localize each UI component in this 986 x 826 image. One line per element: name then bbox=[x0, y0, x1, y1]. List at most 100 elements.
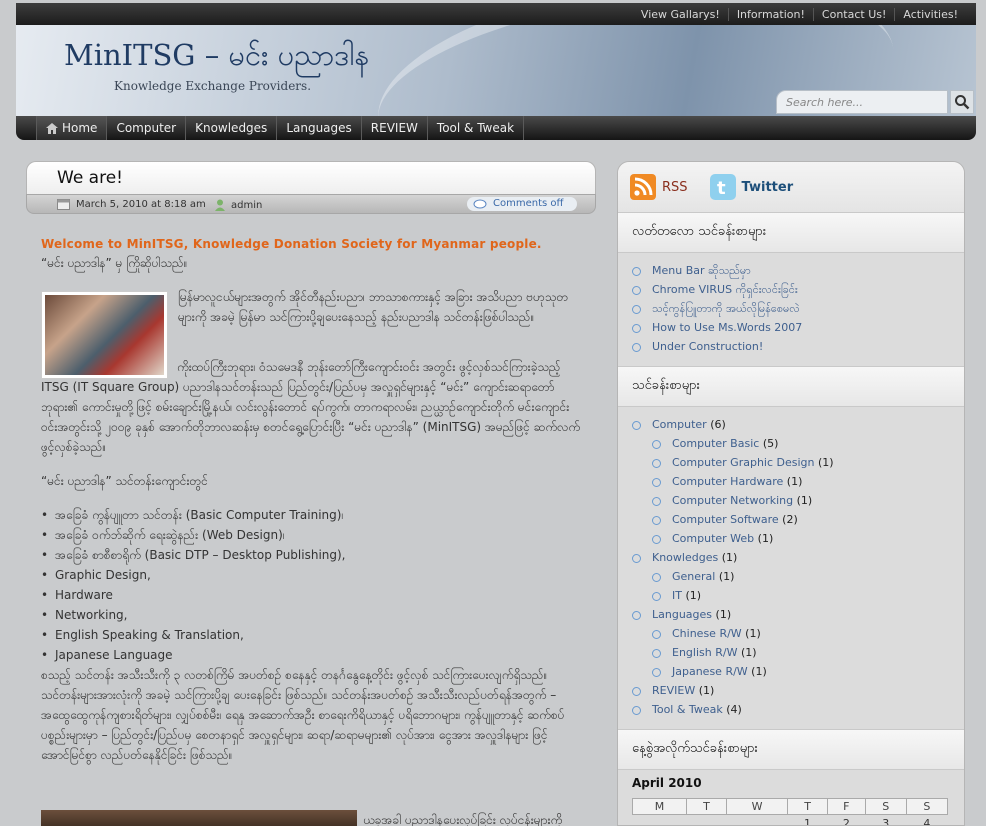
comments-label: Comments off bbox=[493, 198, 564, 209]
category-item[interactable]: Computer Hardware (1) bbox=[618, 472, 964, 491]
category-link[interactable]: Tool & Tweak bbox=[652, 703, 723, 716]
category-count: (1) bbox=[786, 475, 803, 488]
nav-languages[interactable]: Languages bbox=[277, 116, 362, 140]
search-input[interactable]: Search here... bbox=[776, 90, 948, 114]
category-link[interactable]: Languages bbox=[652, 608, 712, 621]
category-item[interactable]: Knowledges (1) bbox=[618, 548, 964, 567]
category-item[interactable]: Chinese R/W (1) bbox=[618, 624, 964, 643]
rss-label: RSS bbox=[662, 179, 688, 195]
svg-text:t: t bbox=[717, 178, 726, 199]
calendar-day-header: S bbox=[905, 798, 949, 815]
top-link-activities[interactable]: Activities! bbox=[894, 7, 966, 21]
calendar-day bbox=[687, 815, 727, 826]
social-links: RSS t Twitter bbox=[618, 162, 964, 212]
category-count: (1) bbox=[796, 494, 813, 507]
twitter-link[interactable]: t Twitter bbox=[709, 174, 793, 200]
categories-heading: သင်ခန်းစာများ bbox=[618, 366, 964, 407]
continued-paragraph: ယခုအခါ ပညာဒါနပေးလုပ်ခြင်း လုပ်ငန်းများကိ… bbox=[363, 813, 563, 826]
greeting-text: “မင်း ပညာဒါန” မှ ကြိုဆိုပါသည်။ bbox=[41, 256, 188, 270]
calendar-day bbox=[726, 815, 787, 826]
nav-knowledges[interactable]: Knowledges bbox=[186, 116, 278, 140]
recent-post-link[interactable]: Menu Bar ဆိုသည်မှာ bbox=[618, 261, 964, 280]
category-item[interactable]: Computer Graphic Design (1) bbox=[618, 453, 964, 472]
comments-link[interactable]: Comments off bbox=[467, 197, 577, 211]
calendar-day-header: W bbox=[725, 798, 789, 815]
category-link[interactable]: Computer Networking bbox=[672, 494, 793, 507]
category-count: (4) bbox=[726, 703, 742, 716]
recent-post-link[interactable]: Chrome VIRUS ကိုရှင်းလင်းခြင်း bbox=[618, 280, 964, 299]
classroom-photo bbox=[41, 291, 168, 379]
category-link[interactable]: English R/W bbox=[672, 646, 737, 659]
category-link[interactable]: Computer Hardware bbox=[672, 475, 783, 488]
category-count: (1) bbox=[685, 589, 702, 602]
site-title[interactable]: MinITSG – မင်း ပညာဒါန bbox=[64, 37, 369, 80]
category-item[interactable]: Japanese R/W (1) bbox=[618, 662, 964, 681]
calendar-day-header: F bbox=[826, 798, 866, 815]
post-author-name[interactable]: admin bbox=[231, 200, 262, 211]
nav-home[interactable]: Home bbox=[36, 116, 108, 140]
category-link[interactable]: Computer Web bbox=[672, 532, 754, 545]
rss-icon bbox=[630, 174, 656, 200]
search-icon bbox=[955, 95, 970, 110]
category-count: (5) bbox=[762, 437, 779, 450]
category-item[interactable]: REVIEW (1) bbox=[618, 681, 964, 700]
category-item[interactable]: Computer (6) bbox=[618, 415, 964, 434]
categories-list: Computer (6) Computer Basic (5) Computer G… bbox=[618, 407, 964, 729]
recent-post-link[interactable]: How to Use Ms.Words 2007 bbox=[618, 318, 964, 337]
category-item[interactable]: Computer Software (2) bbox=[618, 510, 964, 529]
course-item: အခြေခံ စာစီစာရိုက် (Basic DTP – Desktop … bbox=[41, 545, 581, 565]
category-link[interactable]: Japanese R/W bbox=[672, 665, 748, 678]
category-link[interactable]: IT bbox=[672, 589, 682, 602]
post-content: Welcome to MinITSG, Knowledge Donation S… bbox=[41, 237, 581, 826]
post-header: We are! bbox=[26, 161, 596, 195]
course-item: အခြေခံ ကွန်ပျူတာ သင်တန်း (Basic Computer… bbox=[41, 505, 581, 525]
category-link[interactable]: Computer Basic bbox=[672, 437, 759, 450]
category-link[interactable]: Computer Software bbox=[672, 513, 779, 526]
search-button[interactable] bbox=[950, 90, 974, 114]
category-link[interactable]: Chinese R/W bbox=[672, 627, 742, 640]
recent-post-link[interactable]: Under Construction! bbox=[618, 337, 964, 356]
category-item[interactable]: IT (1) bbox=[618, 586, 964, 605]
category-item[interactable]: General (1) bbox=[618, 567, 964, 586]
course-item: Graphic Design, bbox=[41, 565, 581, 585]
category-count: (6) bbox=[710, 418, 726, 431]
category-item[interactable]: Tool & Tweak (4) bbox=[618, 700, 964, 719]
category-count: (1) bbox=[757, 532, 774, 545]
category-link[interactable]: Knowledges bbox=[652, 551, 718, 564]
category-item[interactable]: Computer Web (1) bbox=[618, 529, 964, 548]
calendar-day: 4 bbox=[923, 817, 931, 826]
top-link-gallery[interactable]: View Gallarys! bbox=[633, 8, 728, 21]
calendar-table: M T W T F S S 1 2 3 4 bbox=[631, 798, 949, 826]
nav-tool-tweak[interactable]: Tool & Tweak bbox=[428, 116, 525, 140]
category-link[interactable]: Computer bbox=[652, 418, 707, 431]
recent-posts-list: Menu Bar ဆိုသည်မှာ Chrome VIRUS ကိုရှင်း… bbox=[618, 253, 964, 366]
nav-review[interactable]: REVIEW bbox=[362, 116, 428, 140]
category-link[interactable]: General bbox=[672, 570, 715, 583]
recent-post-link[interactable]: သင့်ကွန်ပြူတာကို အယ်လိုမြန်စေမလဲ bbox=[618, 299, 964, 318]
post-title[interactable]: We are! bbox=[57, 168, 123, 188]
category-count: (1) bbox=[698, 684, 715, 697]
category-item[interactable]: Languages (1) bbox=[618, 605, 964, 624]
home-icon bbox=[46, 122, 58, 134]
calendar-day bbox=[633, 815, 687, 826]
category-link[interactable]: Computer Graphic Design bbox=[672, 456, 815, 469]
category-count: (2) bbox=[782, 513, 798, 526]
top-link-contact[interactable]: Contact Us! bbox=[812, 7, 895, 21]
site-header: MinITSG – မင်း ပညာဒါန Knowledge Exchange… bbox=[16, 25, 976, 116]
category-count: (1) bbox=[718, 570, 735, 583]
category-count: (1) bbox=[751, 665, 767, 678]
category-item[interactable]: English R/W (1) bbox=[618, 643, 964, 662]
category-link[interactable]: REVIEW bbox=[652, 684, 695, 697]
post-date: March 5, 2010 at 8:18 am bbox=[57, 199, 206, 210]
nav-computer[interactable]: Computer bbox=[107, 116, 187, 140]
rss-link[interactable]: RSS bbox=[630, 174, 688, 200]
course-item: Networking, bbox=[41, 605, 581, 625]
calendar-day: 2 bbox=[842, 817, 850, 826]
top-link-information[interactable]: Information! bbox=[727, 7, 813, 21]
course-item: English Speaking & Translation, bbox=[41, 625, 581, 645]
category-item[interactable]: Computer Basic (5) bbox=[618, 434, 964, 453]
calendar-day-header: T bbox=[686, 798, 727, 815]
sidebar: RSS t Twitter လတ်တလော သင်ခန်းစာများ Menu… bbox=[617, 161, 965, 826]
category-item[interactable]: Computer Networking (1) bbox=[618, 491, 964, 510]
recent-posts-heading: လတ်တလော သင်ခန်းစာများ bbox=[618, 212, 964, 253]
